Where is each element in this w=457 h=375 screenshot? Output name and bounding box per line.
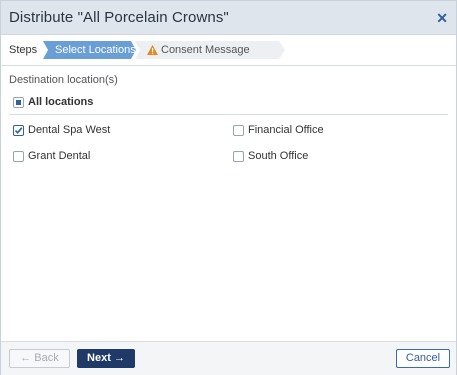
dialog-footer: ← Back Next → Cancel <box>1 341 456 375</box>
dialog-title: Distribute "All Porcelain Crowns" <box>9 9 229 26</box>
distribute-dialog: Distribute "All Porcelain Crowns" ✕ Step… <box>0 0 457 375</box>
destination-locations-label: Destination location(s) <box>9 74 118 86</box>
checkbox-financial-office[interactable] <box>233 125 244 136</box>
next-button-label: Next <box>87 352 111 364</box>
location-label-dental-spa-west[interactable]: Dental Spa West <box>28 124 110 136</box>
dialog-titlebar: Distribute "All Porcelain Crowns" ✕ <box>1 1 456 35</box>
steps-label: Steps <box>9 44 38 56</box>
back-button-label: Back <box>34 352 59 364</box>
all-locations-checkbox[interactable] <box>13 97 24 108</box>
checkbox-south-office[interactable] <box>233 151 244 162</box>
step-label: Consent Message Conflicts <box>147 44 250 74</box>
step-consent-message-conflicts[interactable]: Consent Message Conflicts <box>135 41 285 59</box>
step-select-locations[interactable]: Select Locations <box>43 41 136 59</box>
warning-icon <box>147 45 158 55</box>
divider <box>9 114 448 115</box>
arrow-right-icon: → <box>113 352 125 364</box>
steps-bar: Steps Select Locations Consent Message C… <box>1 35 456 66</box>
cancel-button[interactable]: Cancel <box>396 349 450 368</box>
close-icon[interactable]: ✕ <box>436 11 448 25</box>
checkbox-grant-dental[interactable] <box>13 151 24 162</box>
location-label-grant-dental[interactable]: Grant Dental <box>28 150 90 162</box>
step-label: Select Locations <box>55 44 136 56</box>
checkbox-dental-spa-west[interactable] <box>13 125 24 136</box>
location-label-south-office[interactable]: South Office <box>248 150 308 162</box>
next-button[interactable]: Next → <box>77 349 135 368</box>
all-locations-label[interactable]: All locations <box>28 96 93 108</box>
arrow-left-icon: ← <box>20 352 32 364</box>
location-label-financial-office[interactable]: Financial Office <box>248 124 324 136</box>
back-button[interactable]: ← Back <box>9 349 70 368</box>
checkmark-icon <box>14 127 23 135</box>
cancel-button-label: Cancel <box>405 352 441 364</box>
